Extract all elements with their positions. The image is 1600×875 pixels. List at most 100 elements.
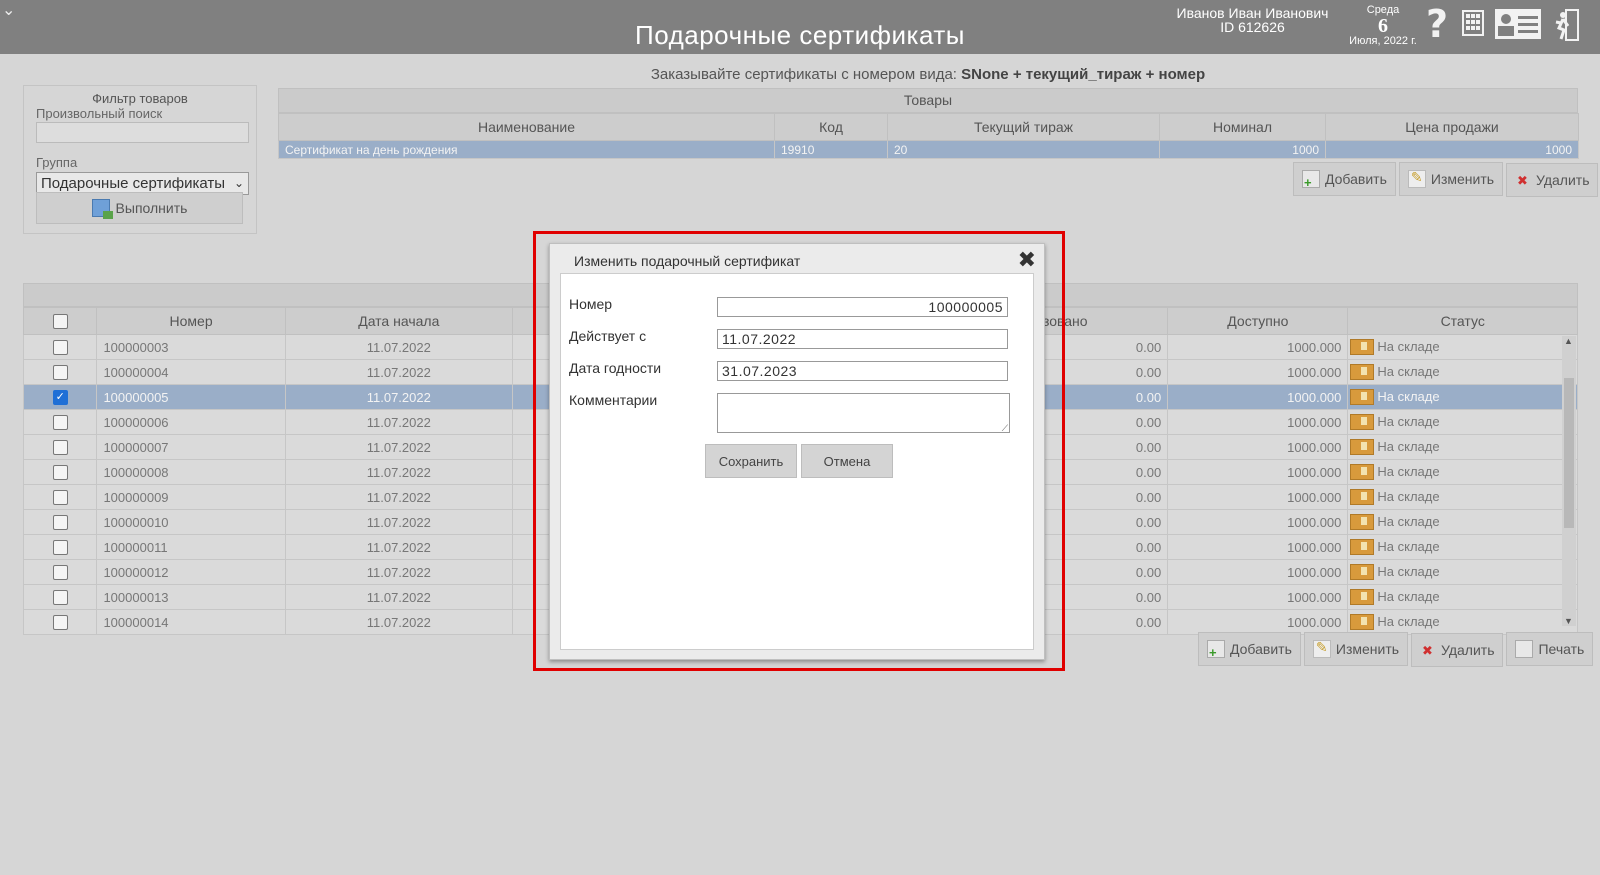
row-select-cell (22, 409, 98, 435)
id-card-icon[interactable] (1494, 8, 1542, 40)
product-add-button[interactable]: Добавить (1293, 162, 1396, 196)
product-delete-button[interactable]: Удалить (1506, 163, 1599, 197)
col-code[interactable]: Код (774, 113, 888, 141)
row-select-cell (22, 534, 98, 560)
cert-number: 100000014 (96, 609, 286, 635)
run-filter-button[interactable]: Выполнить (36, 192, 243, 224)
add-icon (1207, 640, 1225, 660)
cert-number: 100000006 (96, 409, 286, 435)
cert-start-date: 11.07.2022 (284, 359, 513, 385)
cert-print-button[interactable]: Печать (1506, 632, 1594, 666)
row-select-cell (22, 609, 98, 635)
stock-box-icon (1350, 414, 1375, 431)
row-checkbox[interactable] (52, 565, 68, 581)
product-nominal: 1000 (1159, 140, 1326, 159)
select-all-checkbox[interactable] (52, 314, 68, 330)
stock-box-icon (1350, 539, 1375, 556)
cert-number: 100000011 (96, 534, 286, 560)
stock-box-icon (1350, 364, 1375, 381)
cert-start-date: 11.07.2022 (284, 384, 513, 410)
cert-status-cell: На складе (1347, 609, 1578, 635)
collapse-chevron-icon[interactable]: ⌄ (2, 0, 15, 20)
products-header-row: Наименование Код Текущий тираж Номинал Ц… (278, 113, 1579, 141)
cancel-button[interactable]: Отмена (801, 444, 893, 478)
cert-number: 100000005 (96, 384, 286, 410)
valid-from-field[interactable]: 11.07.2022 (717, 329, 1008, 349)
row-checkbox[interactable] (52, 465, 68, 481)
certificates-scrollbar[interactable]: ▲ ▼ (1562, 336, 1576, 626)
row-select-cell: ✓ (22, 384, 98, 410)
cert-available: 1000.000 (1167, 459, 1349, 485)
col-run[interactable]: Текущий тираж (887, 113, 1160, 141)
col-nominal[interactable]: Номинал (1159, 113, 1326, 141)
cert-number: 100000010 (96, 509, 286, 535)
product-name: Сертификат на день рождения (278, 140, 775, 159)
col-start-date[interactable]: Дата начала (284, 307, 513, 335)
certificate-number-hint: Заказывайте сертификаты с номером вида: … (278, 66, 1578, 83)
cert-available: 1000.000 (1167, 534, 1349, 560)
row-checkbox[interactable]: ✓ (52, 390, 68, 406)
cert-delete-button[interactable]: Удалить (1411, 633, 1504, 667)
product-row[interactable]: Сертификат на день рождения 19910 20 100… (278, 140, 1579, 159)
col-status[interactable]: Статус (1347, 307, 1578, 335)
comment-field[interactable] (717, 393, 1010, 434)
cert-status: На складе (1377, 463, 1440, 479)
user-name: Иванов Иван Иванович (1176, 5, 1329, 21)
cert-status: На складе (1377, 438, 1440, 454)
cert-status: На складе (1377, 613, 1440, 629)
group-label: Группа (36, 155, 78, 170)
search-input[interactable] (36, 122, 249, 143)
edit-icon (1407, 169, 1426, 188)
select-all-cell (22, 307, 98, 335)
hint-pattern: SNone + текущий_тираж + номер (961, 66, 1206, 83)
scroll-down-icon[interactable]: ▼ (1564, 616, 1573, 626)
row-select-cell (22, 359, 98, 385)
help-icon[interactable]: ? (1426, 2, 1448, 46)
row-select-cell (22, 484, 98, 510)
row-checkbox[interactable] (52, 540, 68, 556)
user-id: ID 612626 (1220, 19, 1285, 35)
expiry-field[interactable]: 31.07.2023 (717, 361, 1008, 381)
certificates-toolbar: Добавить Изменить Удалить Печать (1195, 632, 1594, 667)
cert-add-button[interactable]: Добавить (1198, 632, 1301, 666)
product-edit-button[interactable]: Изменить (1398, 162, 1504, 196)
cert-status-cell: На складе (1347, 409, 1578, 435)
search-label: Произвольный поиск (36, 106, 163, 121)
row-checkbox[interactable] (52, 490, 68, 506)
col-number[interactable]: Номер (96, 307, 286, 335)
cert-status: На складе (1377, 388, 1440, 404)
scroll-up-icon[interactable]: ▲ (1564, 336, 1573, 346)
row-checkbox[interactable] (52, 615, 68, 631)
row-checkbox[interactable] (52, 415, 68, 431)
exit-icon[interactable] (1554, 8, 1580, 42)
cert-available: 1000.000 (1167, 409, 1349, 435)
edit-certificate-dialog: Изменить подарочный сертификат ✖ Номер 1… (549, 243, 1045, 660)
cert-edit-button[interactable]: Изменить (1303, 632, 1409, 666)
cert-number: 100000007 (96, 434, 286, 460)
chevron-down-icon: ⌄ (233, 176, 244, 190)
number-field[interactable]: 100000005 (717, 297, 1008, 317)
scroll-thumb[interactable] (1564, 378, 1574, 528)
close-icon[interactable]: ✖ (1018, 248, 1036, 273)
cert-start-date: 11.07.2022 (284, 334, 513, 360)
products-caption: Товары (278, 88, 1578, 113)
stock-box-icon (1350, 614, 1375, 631)
row-select-cell (22, 334, 98, 360)
dialog-title: Изменить подарочный сертификат (574, 253, 801, 269)
stock-box-icon (1350, 564, 1375, 581)
calculator-icon[interactable] (1462, 10, 1484, 36)
stock-box-icon (1350, 489, 1375, 506)
row-checkbox[interactable] (52, 590, 68, 606)
product-delete-label: Удалить (1536, 172, 1590, 188)
row-checkbox[interactable] (52, 515, 68, 531)
save-button[interactable]: Сохранить (705, 444, 797, 478)
col-name[interactable]: Наименование (278, 113, 775, 141)
row-checkbox[interactable] (52, 440, 68, 456)
cert-status: На складе (1377, 563, 1440, 579)
col-available[interactable]: Доступно (1167, 307, 1349, 335)
row-checkbox[interactable] (52, 365, 68, 381)
cert-number: 100000012 (96, 559, 286, 585)
col-price[interactable]: Цена продажи (1325, 113, 1579, 141)
row-checkbox[interactable] (52, 340, 68, 356)
cert-status: На складе (1377, 538, 1440, 554)
